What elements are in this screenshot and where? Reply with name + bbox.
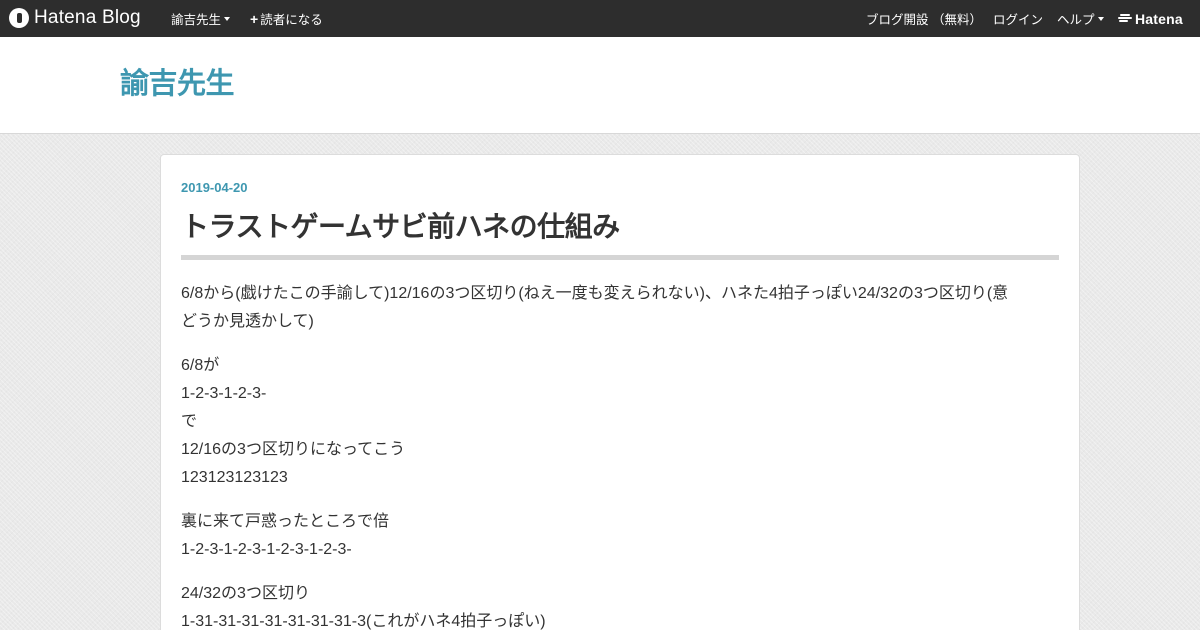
login-label: ログイン [993, 13, 1044, 27]
chevron-down-icon [224, 16, 231, 21]
chevron-down-icon [1097, 16, 1104, 21]
entry-line: 12/16の3つ区切りになってこう [181, 441, 406, 458]
hatena-blog-logo[interactable]: Hatena Blog [9, 7, 141, 29]
hatena-blog-logo-text: Hatena Blog [34, 7, 141, 28]
entry-line: 6/8から(戯けたこの手諭して)12/16の3つ区切り(ねえ一度も変えられない)… [181, 285, 1009, 302]
hatena-brand-label: Hatena [1135, 10, 1183, 27]
title-divider [181, 255, 1059, 260]
entry-line: で [181, 413, 198, 430]
plus-icon: + [250, 10, 259, 27]
entry-line: 1-31-31-31-31-31-31-31-3(これがハネ4拍子っぽい) [181, 613, 546, 630]
entry-line: 6/8が [181, 357, 220, 374]
entry-title[interactable]: トラストゲームサビ前ハネの仕組み [181, 207, 1059, 247]
hatena-bird-icon [1118, 14, 1132, 23]
entry-paragraph: 6/8から(戯けたこの手諭して)12/16の3つ区切り(ねえ一度も変えられない)… [181, 280, 1061, 336]
entry-line: 裏に来て戸惑ったところで倍 [181, 513, 390, 530]
entry-line: どうか見透かして) [181, 313, 314, 330]
blog-header: 諭吉先生 [0, 37, 1200, 134]
open-blog-label: ブログ開設 （無料） [866, 13, 982, 27]
entry-body: 6/8から(戯けたこの手諭して)12/16の3つ区切り(ねえ一度も変えられない)… [181, 280, 1061, 630]
entry-paragraph: 6/8が 1-2-3-1-2-3- で 12/16の3つ区切りになってこう 12… [181, 352, 1061, 492]
hatena-brand-link[interactable]: Hatena [1118, 0, 1183, 37]
blog-title[interactable]: 諭吉先生 [120, 66, 235, 102]
entry-paragraph: 24/32の3つ区切り 1-31-31-31-31-31-31-31-3(これが… [181, 580, 1061, 630]
hatena-blog-logo-icon [9, 8, 29, 28]
login-link[interactable]: ログイン [993, 0, 1043, 37]
entry-line: 1-2-3-1-2-3- [181, 385, 267, 402]
entry-line: 123123123123 [181, 469, 288, 486]
help-label: ヘルプ [1057, 13, 1095, 27]
subscribe-button[interactable]: + 読者になる [250, 0, 323, 37]
subscribe-label: 読者になる [260, 13, 323, 27]
blog-menu-label: 諭吉先生 [171, 13, 222, 27]
help-menu-dropdown[interactable]: ヘルプ [1057, 0, 1104, 37]
entry-date[interactable]: 2019-04-20 [181, 180, 248, 195]
entry-paragraph: 裏に来て戸惑ったところで倍 1-2-3-1-2-3-1-2-3-1-2-3- [181, 508, 1061, 564]
global-header: Hatena Blog 諭吉先生 + 読者になる ブログ開設 （無料） ログイン… [0, 0, 1200, 37]
entry-line: 1-2-3-1-2-3-1-2-3-1-2-3- [181, 541, 352, 558]
entry-article: 2019-04-20 トラストゲームサビ前ハネの仕組み 6/8から(戯けたこの手… [160, 154, 1080, 630]
blog-menu-dropdown[interactable]: 諭吉先生 [171, 0, 231, 37]
open-blog-link[interactable]: ブログ開設 （無料） [866, 0, 982, 37]
entry-line: 24/32の3つ区切り [181, 585, 310, 602]
